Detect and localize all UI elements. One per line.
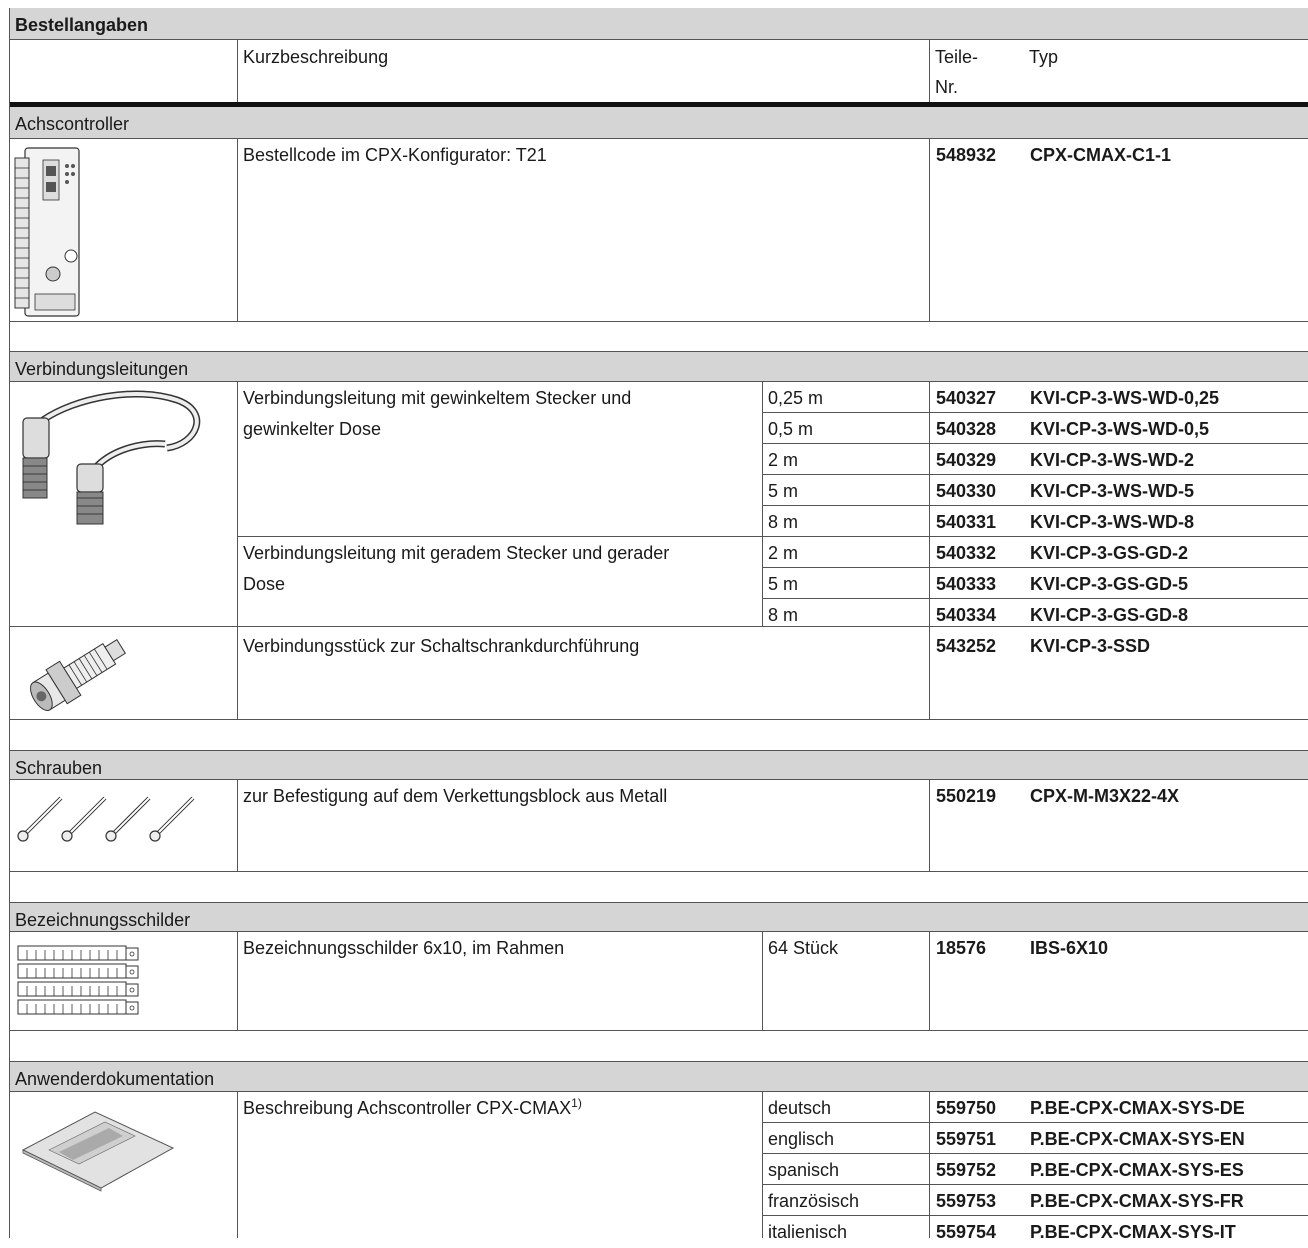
cable-image — [15, 388, 215, 528]
cable-type: KVI-CP-3-GS-GD-2 — [1030, 543, 1189, 563]
cable-type: KVI-CP-3-WS-WD-2 — [1030, 450, 1194, 470]
label-plates-type: IBS-6X10 — [1030, 938, 1109, 958]
achscontroller-type: CPX-CMAX-C1-1 — [1030, 145, 1172, 165]
cable-length: 0,25 m — [768, 388, 824, 408]
cable-type: KVI-CP-3-WS-WD-5 — [1030, 481, 1194, 501]
cable-length: 8 m — [768, 512, 799, 532]
label-plates-quantity: 64 Stück — [768, 938, 839, 958]
cable-length: 0,5 m — [768, 419, 814, 439]
manual-language: italienisch — [768, 1222, 848, 1242]
section-verbindungsleitungen: Verbindungsleitungen — [9, 352, 1308, 381]
cable-type: KVI-CP-3-WS-WD-0,25 — [1030, 388, 1220, 408]
bulkhead-connector-image — [17, 634, 137, 714]
table-title: Bestellangaben — [9, 8, 1308, 40]
cable-length: 2 m — [768, 543, 799, 563]
achscontroller-description: Bestellcode im CPX-Konfigurator: T21 — [243, 145, 547, 165]
cable-type: KVI-CP-3-WS-WD-0,5 — [1030, 419, 1209, 439]
manual-image — [19, 1106, 179, 1192]
cable-length: 5 m — [768, 574, 799, 594]
order-table: Bestellangaben Kurzbeschreibung Teile- N… — [9, 8, 1308, 1242]
manual-language: englisch — [768, 1129, 835, 1149]
manual-type: P.BE-CPX-CMAX-SYS-FR — [1030, 1191, 1244, 1211]
manual-language: französisch — [768, 1191, 860, 1211]
cable-length: 2 m — [768, 450, 799, 470]
cable-straight-description-line2: Dose — [243, 574, 286, 594]
cable-type: KVI-CP-3-GS-GD-5 — [1030, 574, 1189, 594]
label-plates-image — [17, 942, 143, 1022]
footnote-marker: 1) — [571, 1096, 582, 1110]
section-schrauben: Schrauben — [9, 751, 1308, 779]
screws-description: zur Befestigung auf dem Verkettungsblock… — [243, 786, 668, 806]
cable-angled-description-line1: Verbindungsleitung mit gewinkeltem Steck… — [243, 388, 632, 408]
screws-image — [15, 786, 215, 846]
screws-type: CPX-M-M3X22-4X — [1030, 786, 1180, 806]
section-achscontroller: Achscontroller — [9, 107, 1308, 138]
manual-language: spanisch — [768, 1160, 840, 1180]
manual-type: P.BE-CPX-CMAX-SYS-ES — [1030, 1160, 1244, 1180]
bulkhead-connector-type: KVI-CP-3-SSD — [1030, 636, 1151, 656]
label-plates-description: Bezeichnungsschilder 6x10, im Rahmen — [243, 938, 565, 958]
manual-type: P.BE-CPX-CMAX-SYS-DE — [1030, 1098, 1245, 1118]
header-kurzbeschreibung: Kurzbeschreibung — [237, 40, 395, 73]
cable-angled-description-line2: gewinkelter Dose — [243, 419, 382, 439]
section-bezeichnungsschilder: Bezeichnungsschilder — [9, 903, 1308, 931]
manual-language: deutsch — [768, 1098, 832, 1118]
cable-type: KVI-CP-3-WS-WD-8 — [1030, 512, 1194, 532]
bulkhead-connector-description: Verbindungsstück zur Schaltschrankdurchf… — [243, 636, 640, 656]
header-teile-nr-1: Teile- — [929, 40, 985, 73]
manual-type: P.BE-CPX-CMAX-SYS-IT — [1030, 1222, 1236, 1242]
manual-description-text: Beschreibung Achscontroller CPX-CMAX — [243, 1098, 572, 1118]
cable-length: 5 m — [768, 481, 799, 501]
section-anwenderdokumentation: Anwenderdokumentation — [9, 1062, 1308, 1091]
axis-controller-image — [13, 144, 83, 324]
manual-type: P.BE-CPX-CMAX-SYS-EN — [1030, 1129, 1245, 1149]
manual-description: Beschreibung Achscontroller CPX-CMAX1) — [237, 1091, 588, 1124]
header-typ: Typ — [1023, 40, 1065, 73]
header-teile-nr-2: Nr. — [929, 70, 965, 103]
cable-straight-description-line1: Verbindungsleitung mit geradem Stecker u… — [243, 543, 670, 563]
